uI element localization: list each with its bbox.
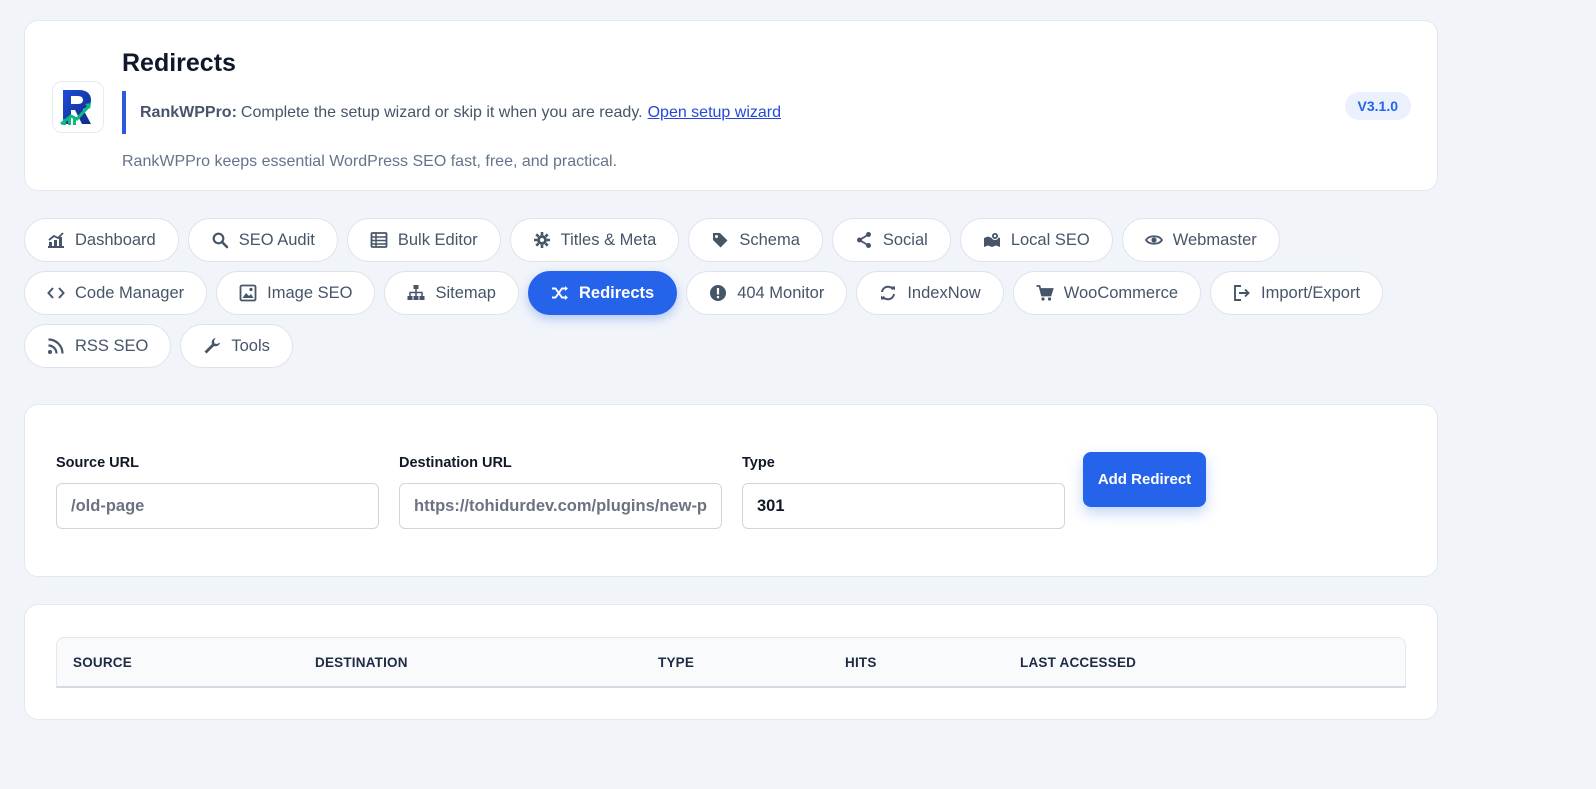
open-setup-wizard-link[interactable]: Open setup wizard	[648, 104, 781, 122]
tab-webmaster[interactable]: Webmaster	[1121, 218, 1280, 262]
export-icon	[1233, 284, 1251, 302]
gear-icon	[533, 231, 551, 249]
tab-import-export[interactable]: Import/Export	[1210, 271, 1384, 315]
destination-url-field: Destination URL	[399, 455, 722, 529]
type-field: Type	[742, 455, 1065, 529]
table-icon	[370, 231, 388, 249]
map-pin-icon	[983, 231, 1001, 249]
column-header-hits[interactable]: HITS	[845, 638, 877, 687]
tab-redirects[interactable]: Redirects	[527, 271, 678, 315]
version-badge: V3.1.0	[1344, 92, 1411, 120]
tab-local-seo[interactable]: Local SEO	[959, 218, 1113, 262]
redirects-table-header: SOURCE DESTINATION TYPE HITS LAST ACCESS…	[56, 637, 1406, 688]
search-icon	[211, 231, 229, 249]
code-icon	[47, 284, 65, 302]
tab-dashboard[interactable]: Dashboard	[24, 218, 179, 262]
tabs-row-2: Code Manager Image SEO Sitemap Redirects…	[24, 271, 1384, 315]
tab-titles-meta[interactable]: Titles & Meta	[509, 218, 680, 262]
rankwppro-logo-icon	[52, 81, 104, 133]
destination-url-input[interactable]	[399, 483, 722, 529]
rss-icon	[47, 337, 65, 355]
share-icon	[855, 231, 873, 249]
tagline: RankWPPro keeps essential WordPress SEO …	[122, 153, 618, 170]
chart-line-icon	[47, 231, 65, 249]
page-header: Redirects RankWPPro: Complete the setup …	[24, 20, 1438, 191]
destination-url-label: Destination URL	[399, 455, 512, 471]
source-url-input[interactable]	[56, 483, 379, 529]
tab-rss-seo[interactable]: RSS SEO	[24, 324, 172, 368]
source-url-field: Source URL	[56, 455, 379, 529]
tab-sitemap[interactable]: Sitemap	[384, 271, 519, 315]
column-header-destination[interactable]: DESTINATION	[315, 638, 408, 687]
tab-indexnow[interactable]: IndexNow	[856, 271, 1004, 315]
tab-404-monitor[interactable]: 404 Monitor	[686, 271, 848, 315]
tab-bulk-editor[interactable]: Bulk Editor	[346, 218, 501, 262]
tab-schema[interactable]: Schema	[688, 218, 823, 262]
add-redirect-form: Source URL Destination URL Type Add Redi…	[24, 404, 1438, 577]
page-title: Redirects	[122, 49, 236, 77]
cart-icon	[1036, 284, 1054, 302]
column-header-source[interactable]: SOURCE	[73, 638, 132, 687]
redirects-table-card: SOURCE DESTINATION TYPE HITS LAST ACCESS…	[24, 604, 1438, 720]
image-icon	[239, 284, 257, 302]
tab-woocommerce[interactable]: WooCommerce	[1012, 271, 1202, 315]
tabs-row-3: RSS SEO Tools	[24, 324, 293, 368]
wrench-icon	[203, 337, 221, 355]
sync-icon	[879, 284, 897, 302]
tab-image-seo[interactable]: Image SEO	[216, 271, 376, 315]
setup-notice: RankWPPro: Complete the setup wizard or …	[122, 91, 781, 134]
tag-icon	[711, 231, 729, 249]
type-label: Type	[742, 455, 775, 471]
type-input[interactable]	[742, 483, 1065, 529]
shuffle-icon	[551, 284, 569, 302]
tab-seo-audit[interactable]: SEO Audit	[187, 218, 338, 262]
tab-tools[interactable]: Tools	[180, 324, 293, 368]
tabs-row-1: Dashboard SEO Audit Bulk Editor Titles &…	[24, 218, 1280, 262]
column-header-last-accessed[interactable]: LAST ACCESSED	[1020, 638, 1136, 687]
add-redirect-button[interactable]: Add Redirect	[1083, 452, 1206, 507]
column-header-type[interactable]: TYPE	[658, 638, 694, 687]
source-url-label: Source URL	[56, 455, 139, 471]
notice-text: Complete the setup wizard or skip it whe…	[240, 103, 643, 121]
tab-code-manager[interactable]: Code Manager	[24, 271, 208, 315]
notice-brand: RankWPPro:	[140, 103, 237, 121]
alert-circle-icon	[709, 284, 727, 302]
tab-social[interactable]: Social	[831, 218, 951, 262]
sitemap-icon	[407, 284, 425, 302]
eye-icon	[1144, 231, 1163, 249]
